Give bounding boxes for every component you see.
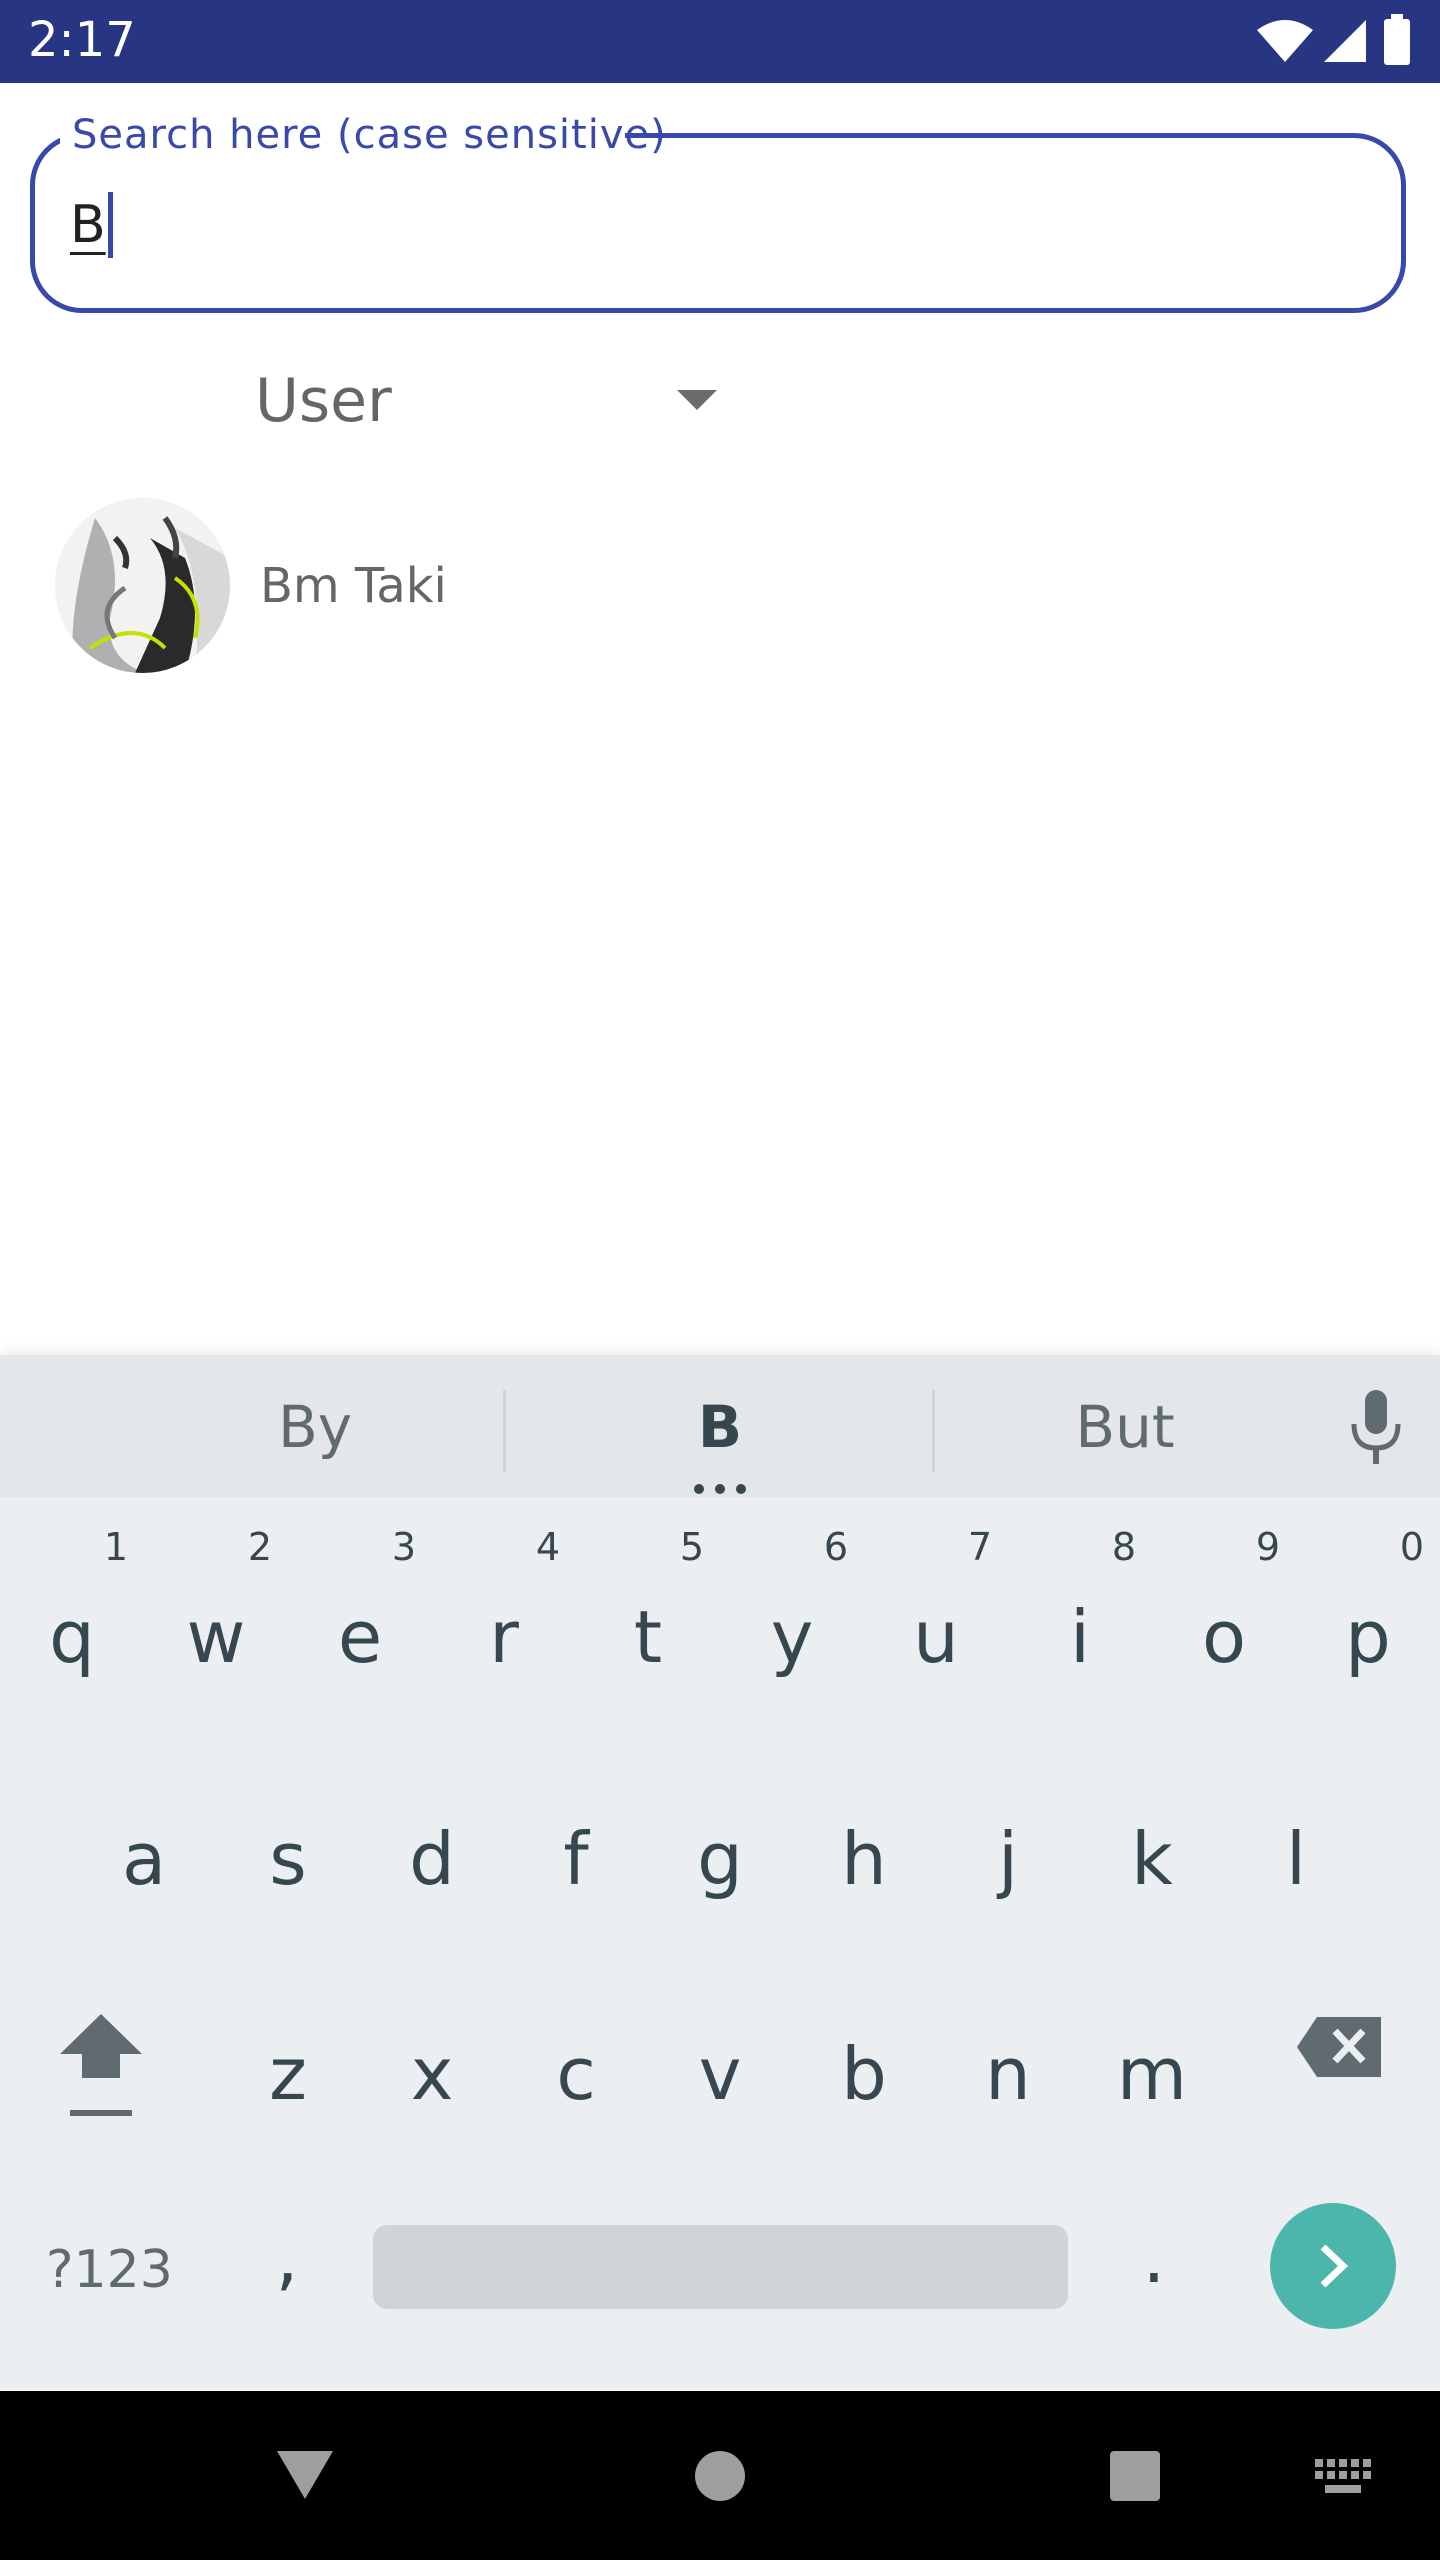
key-k[interactable]: k [1102, 1817, 1202, 1901]
backspace-icon[interactable] [1295, 2015, 1383, 2079]
key-x[interactable]: x [382, 2032, 482, 2116]
key-hint-3: 3 [391, 1525, 417, 1569]
key-f[interactable]: f [526, 1817, 626, 1901]
key-hint-6: 6 [823, 1525, 849, 1569]
status-bar: 2:17 [0, 0, 1440, 83]
key-u[interactable]: u [886, 1595, 986, 1679]
key-hint-4: 4 [535, 1525, 561, 1569]
key-q[interactable]: q [22, 1595, 122, 1679]
key-hint-9: 9 [1255, 1525, 1281, 1569]
comma-key[interactable]: , [237, 2215, 337, 2299]
microphone-icon[interactable] [1348, 1390, 1404, 1466]
dropdown-selected-value: User [255, 366, 392, 436]
key-c[interactable]: c [526, 2032, 626, 2116]
result-list-item[interactable]: Bm Taki [30, 480, 1410, 680]
key-hint-1: 1 [103, 1525, 129, 1569]
key-e[interactable]: e [310, 1595, 410, 1679]
key-v[interactable]: v [670, 2032, 770, 2116]
back-icon[interactable] [275, 2447, 335, 2503]
space-bar[interactable] [373, 2225, 1068, 2309]
key-r[interactable]: r [454, 1595, 554, 1679]
home-icon[interactable] [693, 2449, 747, 2503]
suggestion-3[interactable]: But [975, 1393, 1275, 1461]
avatar [55, 498, 230, 673]
suggestion-1[interactable]: By [165, 1393, 465, 1461]
more-suggestions-icon [694, 1484, 746, 1494]
suggestion-bar: By B But [0, 1355, 1440, 1497]
key-h[interactable]: h [814, 1817, 914, 1901]
key-y[interactable]: y [742, 1595, 842, 1679]
key-j[interactable]: j [958, 1817, 1058, 1901]
result-name: Bm Taki [260, 558, 447, 614]
key-hint-7: 7 [967, 1525, 993, 1569]
key-b[interactable]: b [814, 2032, 914, 2116]
key-d[interactable]: d [382, 1817, 482, 1901]
key-p[interactable]: p [1318, 1595, 1418, 1679]
key-hint-0: 0 [1399, 1525, 1425, 1569]
key-hint-8: 8 [1111, 1525, 1137, 1569]
on-screen-keyboard: By B But q w e r t y u i o p 1 2 3 4 5 6… [0, 1355, 1440, 2390]
key-g[interactable]: g [670, 1817, 770, 1901]
key-hint-2: 2 [247, 1525, 273, 1569]
period-key[interactable]: . [1104, 2215, 1204, 2299]
key-t[interactable]: t [598, 1595, 698, 1679]
chevron-right-icon [1320, 2244, 1349, 2288]
search-input-value[interactable]: B [70, 195, 106, 255]
key-m[interactable]: m [1102, 2032, 1202, 2116]
key-w[interactable]: w [166, 1595, 266, 1679]
navigation-bar [0, 2391, 1440, 2560]
text-cursor [108, 192, 113, 258]
key-a[interactable]: a [94, 1817, 194, 1901]
key-hint-5: 5 [679, 1525, 705, 1569]
key-l[interactable]: l [1246, 1817, 1346, 1901]
key-s[interactable]: s [238, 1817, 338, 1901]
status-time: 2:17 [28, 12, 136, 68]
key-i[interactable]: i [1030, 1595, 1130, 1679]
cellular-signal-icon [1324, 20, 1366, 62]
shift-icon[interactable] [58, 2010, 144, 2125]
suggestion-divider [932, 1390, 935, 1472]
keyboard-switch-icon[interactable] [1315, 2459, 1371, 2495]
key-n[interactable]: n [958, 2032, 1058, 2116]
enter-button[interactable] [1270, 2203, 1396, 2329]
key-z[interactable]: z [238, 2032, 338, 2116]
search-label: Search here (case sensitive) [72, 112, 667, 158]
dropdown-arrow-icon [677, 390, 717, 410]
battery-icon [1384, 14, 1410, 65]
search-type-dropdown[interactable]: User [255, 360, 725, 450]
search-input[interactable] [30, 133, 1406, 313]
suggestion-2[interactable]: B [570, 1393, 870, 1461]
key-o[interactable]: o [1174, 1595, 1274, 1679]
wifi-icon [1257, 20, 1313, 62]
suggestion-divider [503, 1390, 506, 1472]
recent-apps-icon[interactable] [1108, 2449, 1162, 2503]
symbols-key[interactable]: ?123 [46, 2240, 173, 2300]
avatar-image [55, 498, 230, 673]
